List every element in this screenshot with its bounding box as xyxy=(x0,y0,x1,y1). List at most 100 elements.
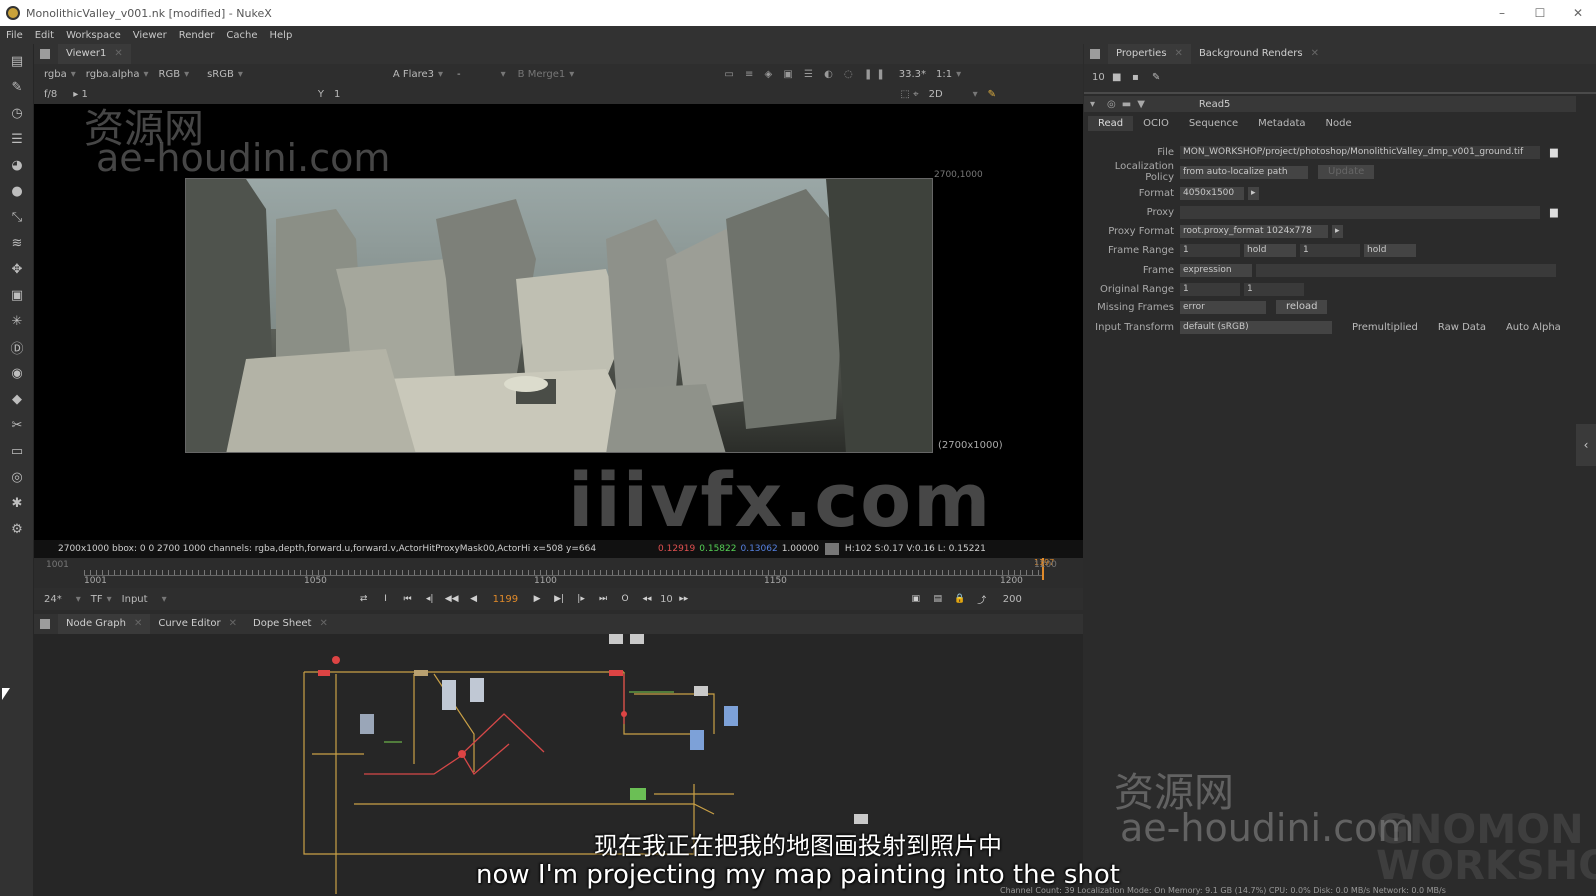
paint-brush-icon[interactable]: ✎ xyxy=(988,89,996,100)
menu-render[interactable]: Render xyxy=(179,30,215,41)
panel-menu-handle[interactable] xyxy=(40,619,50,629)
keyer-nodes-icon[interactable]: ⤡ xyxy=(7,208,27,226)
timeline[interactable]: 1001 1001 1050 1100 1150 1200 1197 1200 xyxy=(34,558,1083,588)
current-frame-field[interactable]: 1199 xyxy=(493,594,518,605)
menu-file[interactable]: File xyxy=(6,30,23,41)
first-frame-icon[interactable]: ⏮ xyxy=(397,591,419,607)
timeline-track[interactable] xyxy=(84,570,1044,576)
lock-panels-icon[interactable]: ■ xyxy=(1112,72,1126,84)
menu-viewer[interactable]: Viewer xyxy=(133,30,167,41)
transform-nodes-icon[interactable]: ✥ xyxy=(7,260,27,278)
menu-cache[interactable]: Cache xyxy=(226,30,257,41)
gamma-value[interactable]: 1 xyxy=(334,89,340,100)
frame-range-start-field[interactable]: 1 xyxy=(1180,243,1240,257)
display-channel-dropdown[interactable]: RGB ▾ xyxy=(159,69,190,80)
viewer-overlay-icons[interactable]: ▭ ≡ ◈ ▣ ☰ ◐ ◌ ❚❚ xyxy=(724,69,888,80)
render-icon[interactable]: ▤ xyxy=(927,591,949,607)
close-tab-icon[interactable]: ✕ xyxy=(114,48,122,59)
minimize-button[interactable]: – xyxy=(1484,0,1520,26)
timeline-start-frame[interactable]: 1001 xyxy=(46,560,69,570)
after-dropdown[interactable]: hold xyxy=(1364,243,1416,257)
subtab-metadata[interactable]: Metadata xyxy=(1248,116,1315,131)
flipbook-icon[interactable]: ▣ xyxy=(905,591,927,607)
panel-menu-handle[interactable] xyxy=(40,49,50,59)
clear-panels-icon[interactable]: ✎ xyxy=(1152,72,1166,84)
frame-expression-field[interactable] xyxy=(1256,263,1556,277)
merge-nodes-icon[interactable]: ≋ xyxy=(7,234,27,252)
metadata-nodes-icon[interactable]: ◆ xyxy=(7,390,27,408)
tab-properties[interactable]: Properties ✕ xyxy=(1108,44,1191,64)
export-icon[interactable]: ⤴ xyxy=(971,591,993,607)
format-edit-button[interactable]: ▸ xyxy=(1248,186,1259,200)
frame-increment-field[interactable]: 10 xyxy=(660,594,673,605)
subtab-read[interactable]: Read xyxy=(1088,116,1134,131)
panel-menu-handle[interactable] xyxy=(1090,49,1100,59)
close-tab-icon[interactable]: ✕ xyxy=(1175,48,1183,59)
image-nodes-icon[interactable]: ▤ xyxy=(7,52,27,70)
play-forward-icon[interactable]: ▶ xyxy=(526,591,548,607)
out-point-icon[interactable]: O xyxy=(614,591,636,607)
menu-edit[interactable]: Edit xyxy=(35,30,54,41)
end-frame-field[interactable]: 200 xyxy=(1003,594,1022,605)
max-panels-field[interactable]: 10 xyxy=(1092,72,1106,84)
in-point-icon[interactable]: I xyxy=(375,591,397,607)
subtab-ocio[interactable]: OCIO xyxy=(1133,116,1179,131)
alpha-dropdown[interactable]: rgba.alpha ▾ xyxy=(86,69,149,80)
proxy-format-edit-button[interactable]: ▸ xyxy=(1332,224,1343,238)
particles-nodes-icon[interactable]: ✳ xyxy=(7,312,27,330)
proxy-path-field[interactable] xyxy=(1180,205,1540,219)
roi-icon[interactable]: ⬚ ⌖ xyxy=(900,89,918,100)
step-back-increment-icon[interactable]: ◀◀ xyxy=(441,591,463,607)
fps-dropdown[interactable]: 24* ▾ xyxy=(44,594,81,605)
file-path-field[interactable]: MON_WORKSHOP/project/photoshop/Monolithi… xyxy=(1180,145,1540,159)
missing-frames-dropdown[interactable]: error xyxy=(1180,300,1266,314)
node-name-field[interactable]: Read5 xyxy=(1199,99,1231,110)
tab-curve-editor[interactable]: Curve Editor ✕ xyxy=(150,614,245,634)
proxy-format-dropdown[interactable]: root.proxy_format 1024x778 xyxy=(1180,224,1328,238)
frame-mode-dropdown[interactable]: expression xyxy=(1180,263,1252,277)
last-frame-icon[interactable]: ⏭ xyxy=(592,591,614,607)
plugins-nodes-icon[interactable]: ⚙ xyxy=(7,520,27,538)
close-tab-icon[interactable]: ✕ xyxy=(319,618,327,629)
collapse-panel-arrow-icon[interactable]: ‹ xyxy=(1576,424,1596,466)
next-keyframe-icon[interactable]: |▸ xyxy=(570,591,592,607)
input-transform-dropdown[interactable]: default (sRGB) xyxy=(1180,320,1332,334)
gain-slider[interactable]: ▸ 1 xyxy=(73,89,88,100)
range-dropdown[interactable]: Input ▾ xyxy=(122,594,167,605)
collapse-node-icon[interactable]: ▾ xyxy=(1090,99,1095,110)
ratio-dropdown[interactable]: 1:1 ▾ xyxy=(936,69,961,80)
node-help-icon[interactable]: ▼ xyxy=(1137,99,1145,110)
premultiplied-checkbox[interactable]: Premultiplied xyxy=(1352,322,1418,333)
channels-dropdown[interactable]: rgba ▾ xyxy=(44,69,76,80)
float-panel-icon[interactable]: ▪ xyxy=(1132,72,1146,84)
subtab-sequence[interactable]: Sequence xyxy=(1179,116,1248,131)
input-b-dropdown[interactable]: B Merge1 ▾ xyxy=(518,69,575,80)
close-tab-icon[interactable]: ✕ xyxy=(229,618,237,629)
step-forward-icon[interactable]: ▶| xyxy=(548,591,570,607)
tab-viewer1[interactable]: Viewer1 ✕ xyxy=(58,44,131,64)
ofx-nodes-icon[interactable]: ✱ xyxy=(7,494,27,512)
tab-background-renders[interactable]: Background Renders ✕ xyxy=(1191,44,1327,64)
play-backward-icon[interactable]: ◀ xyxy=(463,591,485,607)
original-range-start-field[interactable]: 1 xyxy=(1180,282,1240,296)
time-nodes-icon[interactable]: ◷ xyxy=(7,104,27,122)
skip-forward-icon[interactable]: ▸▸ xyxy=(673,591,695,607)
wipe-op-dropdown[interactable]: - ▾ xyxy=(457,69,506,80)
close-tab-icon[interactable]: ✕ xyxy=(134,618,142,629)
before-dropdown[interactable]: hold xyxy=(1244,243,1296,257)
proxy-browse-icon[interactable]: ▆ xyxy=(1550,207,1558,218)
toolsets-icon[interactable]: ✂ xyxy=(7,416,27,434)
tab-node-graph[interactable]: Node Graph ✕ xyxy=(58,614,151,634)
channel-nodes-icon[interactable]: ☰ xyxy=(7,130,27,148)
furnace-nodes-icon[interactable]: ◎ xyxy=(7,468,27,486)
zoom-dropdown[interactable]: 33.3* xyxy=(899,69,926,80)
colorspace-dropdown[interactable]: sRGB ▾ xyxy=(207,69,243,80)
filter-nodes-icon[interactable]: ● xyxy=(7,182,27,200)
tf-dropdown[interactable]: TF ▾ xyxy=(91,594,112,605)
auto-alpha-checkbox[interactable]: Auto Alpha xyxy=(1506,322,1561,333)
original-range-end-field[interactable]: 1 xyxy=(1244,282,1304,296)
3d-nodes-icon[interactable]: ▣ xyxy=(7,286,27,304)
other-nodes-icon[interactable]: ▭ xyxy=(7,442,27,460)
reload-button[interactable]: reload xyxy=(1276,300,1328,314)
view-mode-dropdown[interactable]: 2D ▾ xyxy=(929,89,978,100)
